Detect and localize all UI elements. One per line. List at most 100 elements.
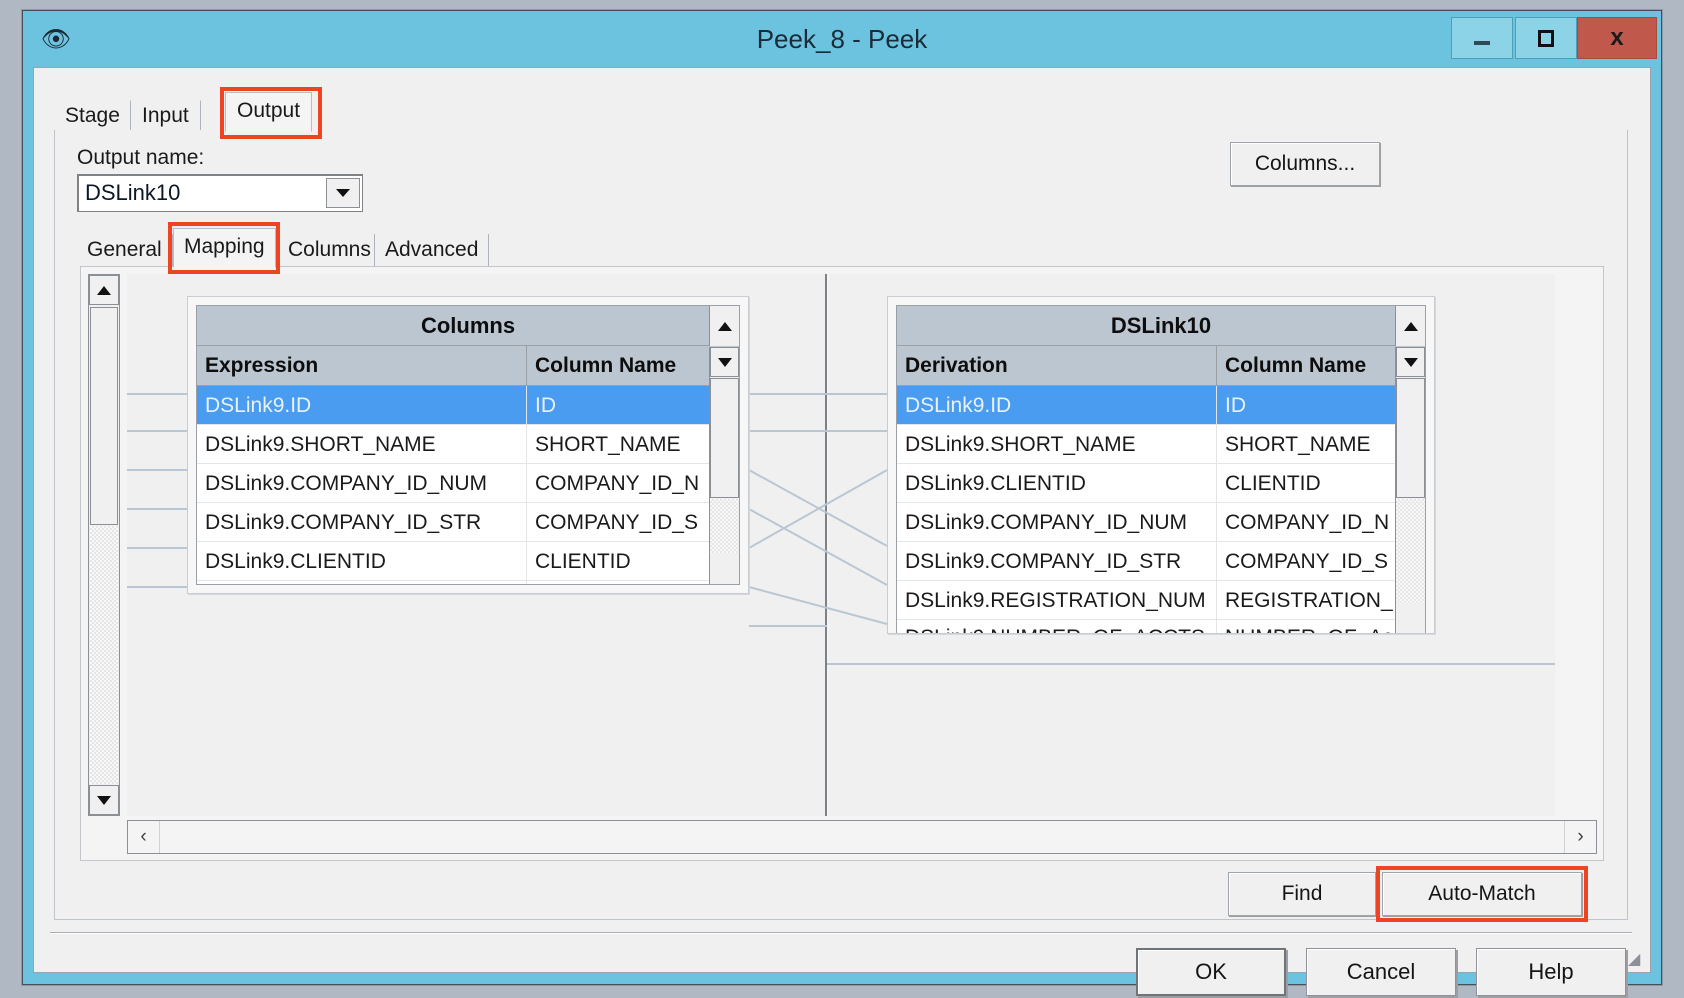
- tab-advanced[interactable]: Advanced: [374, 234, 490, 266]
- tab-columns[interactable]: Columns: [277, 234, 382, 266]
- tab-stage[interactable]: Stage: [54, 100, 132, 130]
- output-name-value: DSLink10: [85, 180, 181, 205]
- cell-expression: DSLink9.SHORT_NAME: [197, 425, 527, 463]
- cell-column-name: REGISTRATION_: [1225, 589, 1393, 612]
- table-row[interactable]: DSLink9.NUMBER_OF_ACCTS NUMBER_OF_Aс: [897, 620, 1425, 633]
- cell-derivation: DSLink9.ID: [897, 386, 1217, 424]
- source-header-column-name: Column Name: [535, 354, 677, 377]
- target-grid-vertical-scrollbar[interactable]: [1395, 347, 1425, 633]
- cell-column-name: ID: [1225, 394, 1246, 417]
- tab-general[interactable]: General: [77, 234, 173, 266]
- cell-derivation: DSLink9.CLIENTID: [897, 464, 1217, 502]
- table-row[interactable]: DSLink9.ID ID: [197, 386, 739, 425]
- divider: [50, 932, 1632, 934]
- target-grid-title: DSLink10: [897, 306, 1425, 346]
- source-columns-grid[interactable]: Columns Expression Column Name DSLink9.I…: [187, 296, 749, 594]
- close-icon: x: [1610, 24, 1624, 51]
- cancel-button[interactable]: Cancel: [1306, 948, 1456, 996]
- cell-column-name: REGISTRATION_: [527, 581, 711, 584]
- cell-column-name: SHORT_NAME: [535, 433, 681, 456]
- scrollbar-track[interactable]: [90, 526, 118, 784]
- minimize-icon: [1474, 41, 1490, 45]
- resize-grip[interactable]: ◢: [1628, 952, 1646, 970]
- mapping-panel: Columns Expression Column Name DSLink9.I…: [80, 266, 1604, 861]
- close-button[interactable]: x: [1577, 17, 1657, 59]
- mapping-horizontal-scrollbar[interactable]: ‹ ›: [127, 820, 1597, 854]
- maximize-button[interactable]: [1515, 17, 1577, 59]
- cell-expression: DSLink9.CLIENTID: [197, 542, 527, 580]
- target-grid-body: DSLink9.ID ID DSLink9.SHORT_NAME SHORT_N…: [897, 386, 1425, 633]
- scroll-down-icon[interactable]: [710, 347, 739, 377]
- table-row[interactable]: DSLink9.SHORT_NAME SHORT_NAME: [197, 425, 739, 464]
- ok-button[interactable]: OK: [1136, 948, 1286, 996]
- cell-expression: DSLink9.REGISTRATION_NUM: [197, 581, 527, 584]
- cell-column-name: CLIENTID: [1225, 472, 1321, 495]
- cell-derivation: DSLink9.NUMBER_OF_ACCTS: [897, 620, 1217, 633]
- table-row[interactable]: DSLink9.ID ID: [897, 386, 1425, 425]
- scrollbar-thumb[interactable]: [1396, 378, 1425, 498]
- scrollbar-track[interactable]: [1396, 499, 1425, 602]
- source-grid-body: DSLink9.ID ID DSLink9.SHORT_NAME SHORT_N…: [197, 386, 739, 584]
- table-row[interactable]: DSLink9.CLIENTID CLIENTID: [897, 464, 1425, 503]
- cell-column-name: ID: [535, 394, 556, 417]
- scrollbar-thumb[interactable]: [90, 307, 118, 525]
- cell-derivation: DSLink9.COMPANY_ID_STR: [897, 542, 1217, 580]
- table-row[interactable]: DSLink9.REGISTRATION_NUM REGISTRATION_: [197, 581, 739, 584]
- maximize-icon: [1538, 29, 1554, 47]
- mapping-canvas[interactable]: Columns Expression Column Name DSLink9.I…: [127, 274, 1555, 816]
- source-grid-inner: Columns Expression Column Name DSLink9.I…: [196, 305, 740, 585]
- output-name-combo[interactable]: DSLink10: [77, 174, 363, 212]
- scroll-down-icon[interactable]: [89, 785, 119, 815]
- help-button[interactable]: Help: [1476, 948, 1626, 996]
- columns-button[interactable]: Columns...: [1230, 142, 1380, 186]
- cell-column-name: CLIENTID: [535, 550, 631, 573]
- tab-output[interactable]: Output: [225, 92, 313, 132]
- target-grid-header: Derivation Column Name: [897, 346, 1425, 386]
- target-grid-title-text: DSLink10: [1110, 313, 1212, 338]
- cell-derivation: DSLink9.REGISTRATION_NUM: [897, 581, 1217, 619]
- tab-input[interactable]: Input: [130, 100, 201, 130]
- source-grid-vertical-scrollbar[interactable]: [709, 347, 739, 584]
- scroll-down-icon[interactable]: [1396, 347, 1425, 377]
- source-grid-header: Expression Column Name: [197, 346, 739, 386]
- cell-column-name: COMPANY_ID_N: [535, 472, 700, 495]
- table-row[interactable]: DSLink9.SHORT_NAME SHORT_NAME: [897, 425, 1425, 464]
- cell-column-name: NUMBER_OF_Aс: [1217, 620, 1397, 633]
- target-columns-grid[interactable]: DSLink10 Derivation Column Name DSLink9.…: [887, 296, 1435, 634]
- cell-column-name: COMPANY_ID_S: [535, 511, 698, 534]
- table-row[interactable]: DSLink9.REGISTRATION_NUM REGISTRATION_: [897, 581, 1425, 620]
- cell-derivation: DSLink9.COMPANY_ID_NUM: [897, 503, 1217, 541]
- cell-expression: DSLink9.ID: [197, 386, 527, 424]
- dialog-client-area: Stage Input Output Output name: DSLink10…: [33, 67, 1651, 996]
- find-button[interactable]: Find: [1228, 872, 1376, 916]
- table-row[interactable]: DSLink9.COMPANY_ID_NUM COMPANY_ID_N: [897, 503, 1425, 542]
- window-titlebar: 👁 Peek_8 - Peek x: [23, 11, 1661, 67]
- cell-column-name: SHORT_NAME: [1225, 433, 1371, 456]
- table-row[interactable]: DSLink9.CLIENTID CLIENTID: [197, 542, 739, 581]
- cell-column-name: COMPANY_ID_S: [1225, 550, 1388, 573]
- mapping-vertical-scrollbar[interactable]: [88, 274, 120, 816]
- source-header-expression: Expression: [197, 346, 527, 385]
- table-row[interactable]: DSLink9.COMPANY_ID_STR COMPANY_ID_S: [897, 542, 1425, 581]
- scroll-up-icon[interactable]: [89, 275, 119, 305]
- auto-match-button[interactable]: Auto-Match: [1382, 872, 1582, 916]
- target-grid-scroll-up-icon[interactable]: [1395, 306, 1425, 346]
- scrollbar-track[interactable]: [710, 499, 739, 553]
- target-header-column-name: Column Name: [1225, 354, 1367, 377]
- scrollbar-thumb[interactable]: [710, 378, 739, 498]
- source-grid-title: Columns: [197, 306, 739, 346]
- minimize-button[interactable]: [1451, 17, 1513, 59]
- scroll-left-icon[interactable]: ‹: [128, 821, 160, 853]
- peek-stage-dialog: 👁 Peek_8 - Peek x Stage Input Output Out…: [22, 10, 1662, 996]
- output-name-label: Output name:: [77, 146, 205, 169]
- chevron-down-icon[interactable]: [326, 178, 360, 208]
- output-tab-panel: Output name: DSLink10 Columns... General…: [54, 130, 1628, 922]
- table-row[interactable]: DSLink9.COMPANY_ID_STR COMPANY_ID_S: [197, 503, 739, 542]
- table-row[interactable]: DSLink9.COMPANY_ID_NUM COMPANY_ID_N: [197, 464, 739, 503]
- tab-mapping[interactable]: Mapping: [173, 228, 276, 268]
- source-grid-scroll-up-icon[interactable]: [709, 306, 739, 346]
- scroll-right-icon[interactable]: ›: [1564, 821, 1596, 853]
- target-header-derivation: Derivation: [897, 346, 1217, 385]
- source-grid-title-text: Columns: [420, 313, 516, 338]
- target-grid-inner: DSLink10 Derivation Column Name DSLink9.…: [896, 305, 1426, 633]
